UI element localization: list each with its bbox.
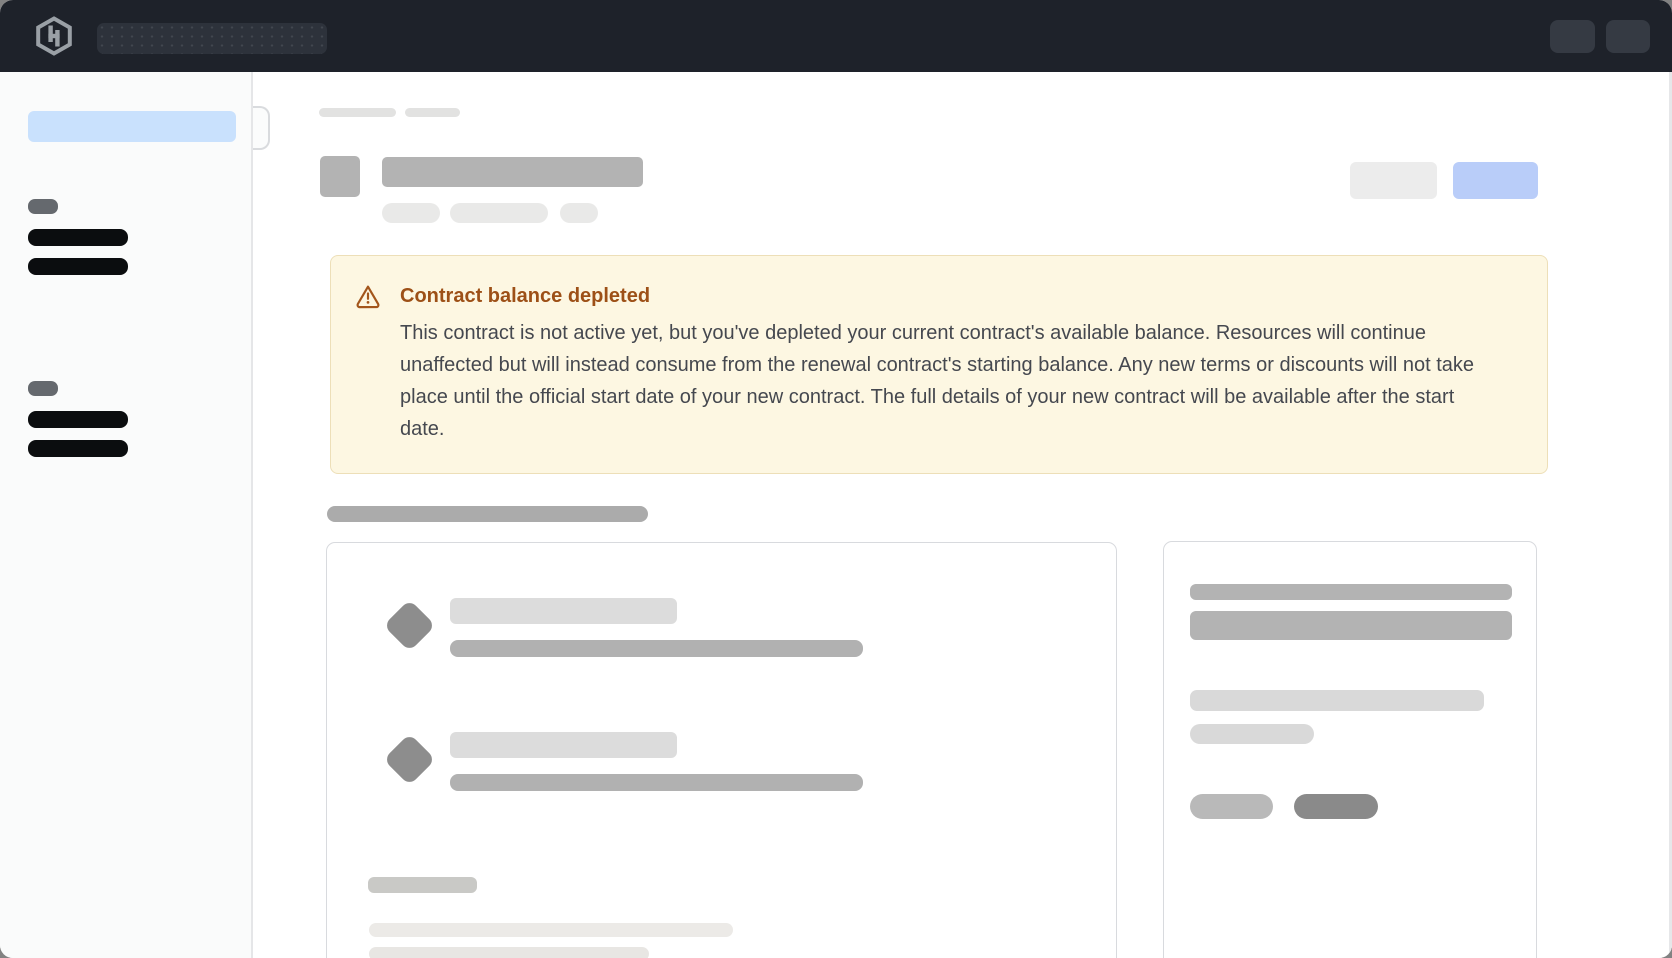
diamond-icon [383, 733, 435, 785]
summary-title-placeholder [1190, 584, 1512, 600]
sidebar-collapse-handle[interactable] [253, 106, 270, 150]
card-footer-line-placeholder [369, 923, 733, 937]
warning-alert: Contract balance depleted This contract … [330, 255, 1548, 474]
breadcrumb-item [405, 108, 460, 117]
alert-description: This contract is not active yet, but you… [400, 317, 1485, 445]
summary-action-pill[interactable] [1294, 794, 1378, 819]
app-window: Contract balance depleted This contract … [0, 0, 1672, 958]
item-subtitle-placeholder [450, 640, 863, 657]
sidebar-item[interactable] [28, 229, 128, 246]
global-nav-placeholder[interactable] [97, 23, 327, 54]
sidebar-active-item[interactable] [28, 111, 236, 142]
item-subtitle-placeholder [450, 774, 863, 791]
alert-title: Contract balance depleted [400, 281, 1485, 311]
breadcrumb-item [319, 108, 396, 117]
card-footer-line-placeholder [369, 947, 649, 958]
item-title-placeholder [450, 732, 677, 758]
page-meta-badge [382, 203, 440, 223]
item-title-placeholder [450, 598, 677, 624]
primary-button-placeholder[interactable] [1453, 162, 1538, 199]
page-meta-badge [450, 203, 548, 223]
summary-card [1163, 541, 1537, 958]
sidebar-section-label [28, 199, 58, 214]
hashicorp-logo-icon [34, 16, 74, 56]
secondary-button-placeholder[interactable] [1350, 162, 1437, 199]
timeline-card [326, 542, 1117, 958]
main-content: Contract balance depleted This contract … [255, 72, 1672, 958]
sidebar-section-label [28, 381, 58, 396]
header-action-button[interactable] [1550, 20, 1595, 53]
page-icon-placeholder [320, 156, 360, 197]
section-title-placeholder [327, 506, 648, 522]
summary-heading-placeholder [1190, 611, 1512, 640]
diamond-icon [383, 599, 435, 651]
warning-triangle-icon [355, 283, 381, 309]
sidebar-item[interactable] [28, 258, 128, 275]
alert-content: Contract balance depleted This contract … [400, 281, 1485, 445]
sidebar-item[interactable] [28, 440, 128, 457]
page-meta-badge [560, 203, 598, 223]
page-title-placeholder [382, 157, 643, 187]
app-header [0, 0, 1672, 72]
sidebar-item[interactable] [28, 411, 128, 428]
summary-line-placeholder [1190, 690, 1484, 711]
header-action-button[interactable] [1606, 20, 1650, 53]
card-footer-label-placeholder [368, 877, 477, 893]
summary-action-pill[interactable] [1190, 794, 1273, 819]
summary-line-placeholder [1190, 724, 1314, 744]
sidebar [0, 72, 253, 958]
